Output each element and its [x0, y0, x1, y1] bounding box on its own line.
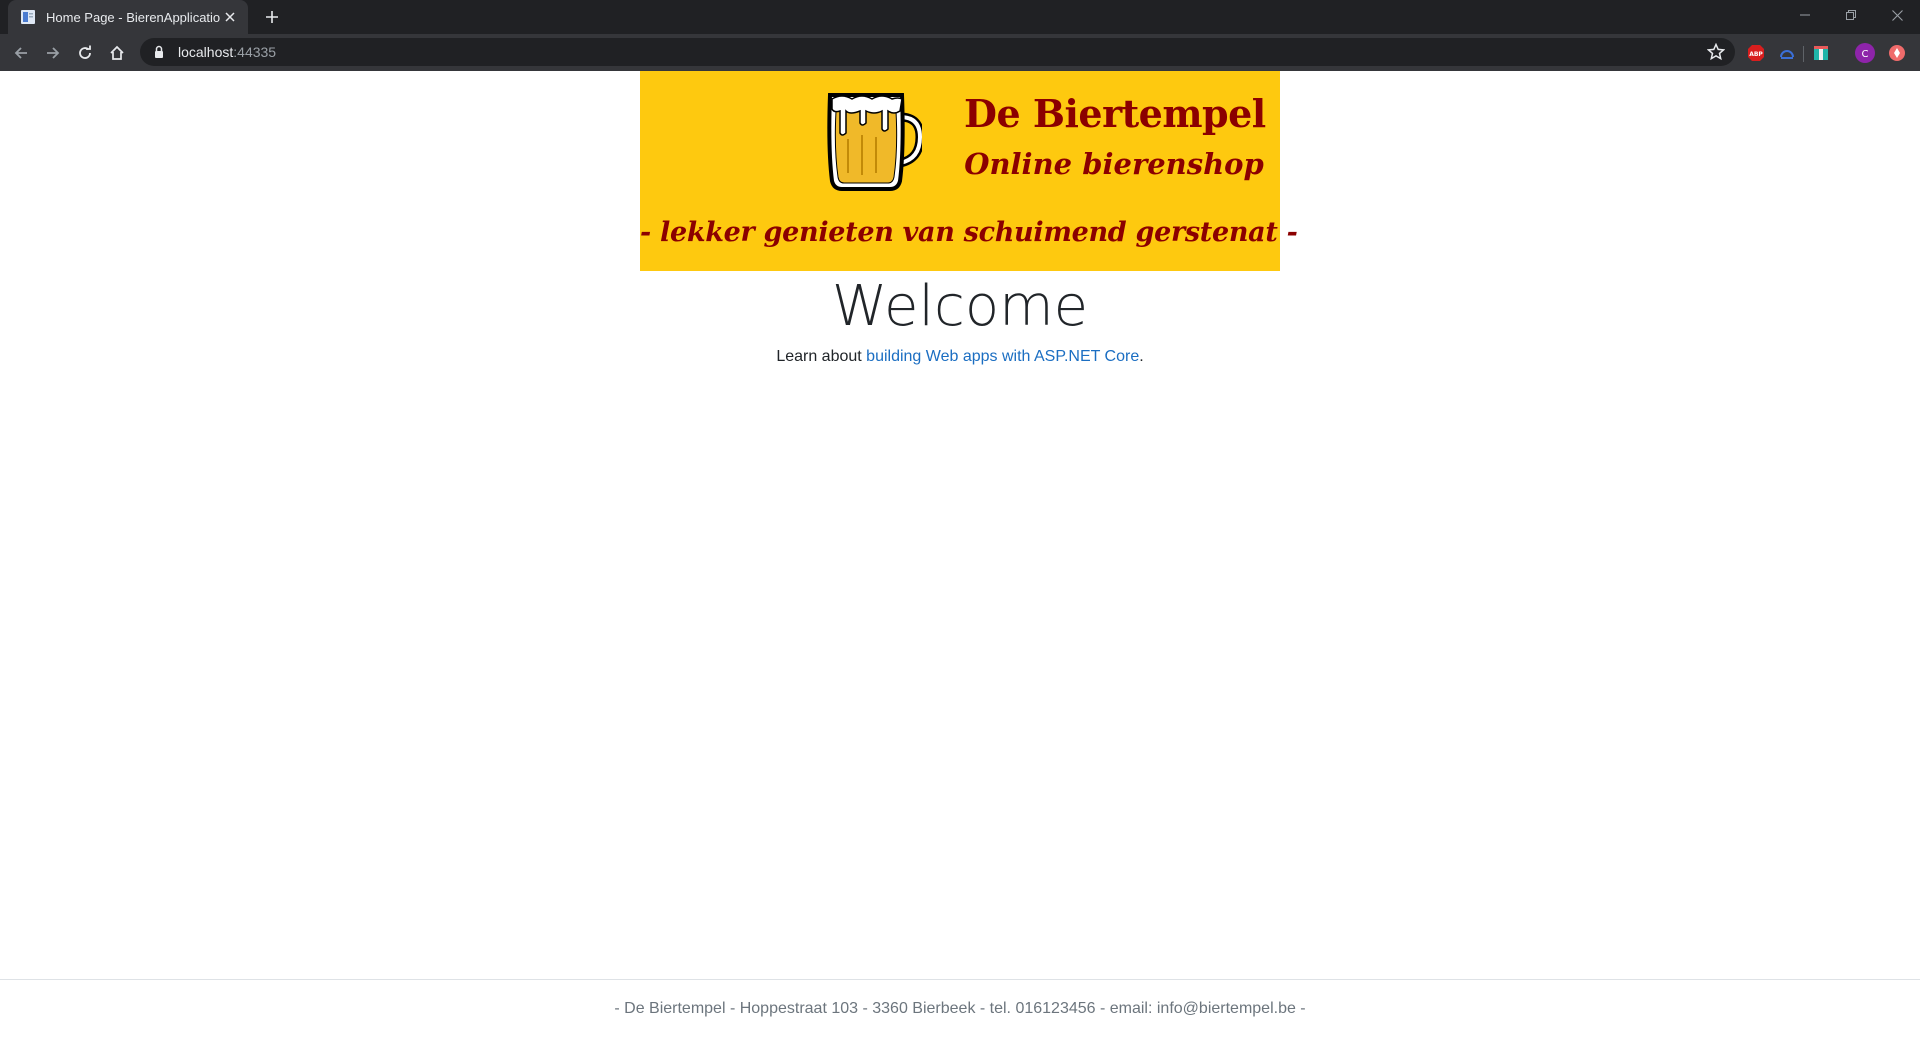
- learn-prefix: Learn about: [776, 348, 867, 365]
- lock-icon[interactable]: [152, 45, 166, 59]
- brand-title: De Biertempel: [964, 91, 1266, 136]
- reload-icon[interactable]: [72, 40, 98, 66]
- toolbar-divider: [1803, 46, 1804, 62]
- window-restore-icon[interactable]: [1828, 0, 1874, 30]
- footer-divider: [0, 979, 1920, 980]
- tab-close-icon[interactable]: [220, 7, 240, 27]
- browser-tab-strip: Home Page - BierenApplication: [0, 0, 1920, 34]
- forward-arrow-icon[interactable]: [40, 40, 66, 66]
- extension-icon-3[interactable]: [1887, 43, 1907, 63]
- window-close-icon[interactable]: [1874, 0, 1920, 30]
- url-host: localhost: [178, 44, 234, 60]
- window-minimize-icon[interactable]: [1782, 0, 1828, 30]
- extension-icon-2[interactable]: [1811, 43, 1831, 63]
- learn-suffix: .: [1139, 348, 1144, 365]
- browser-toolbar: localhost:44335 ABP C: [0, 34, 1920, 71]
- beer-mug-icon: [822, 89, 925, 193]
- home-icon[interactable]: [104, 40, 130, 66]
- adblock-plus-icon[interactable]: ABP: [1746, 43, 1766, 63]
- bookmark-star-icon[interactable]: [1707, 43, 1725, 61]
- site-footer: - De Biertempel - Hoppestraat 103 - 3360…: [614, 1000, 1306, 1017]
- svg-text:ABP: ABP: [1749, 51, 1763, 58]
- browser-tab-active[interactable]: Home Page - BierenApplication: [8, 0, 248, 34]
- back-arrow-icon[interactable]: [8, 40, 34, 66]
- new-tab-plus-icon[interactable]: [260, 5, 284, 29]
- address-bar[interactable]: localhost:44335: [140, 38, 1735, 66]
- brand-tagline: - lekker genieten van schuimend gerstena…: [640, 217, 1298, 248]
- url-port: :44335: [233, 44, 277, 60]
- svg-text:C: C: [1862, 49, 1869, 60]
- extension-icon[interactable]: [1777, 43, 1797, 63]
- tab-title: Home Page - BierenApplication: [46, 9, 220, 25]
- page-title: Welcome: [831, 274, 1089, 339]
- brand-subtitle: Online bierenshop: [964, 147, 1264, 181]
- aspnet-docs-link[interactable]: building Web apps with ASP.NET Core: [866, 348, 1139, 365]
- site-banner: De Biertempel Online bierenshop - lekker…: [640, 71, 1298, 271]
- page-favicon-icon: [20, 9, 36, 25]
- learn-paragraph: Learn about building Web apps with ASP.N…: [0, 348, 1920, 366]
- profile-avatar[interactable]: C: [1855, 43, 1875, 63]
